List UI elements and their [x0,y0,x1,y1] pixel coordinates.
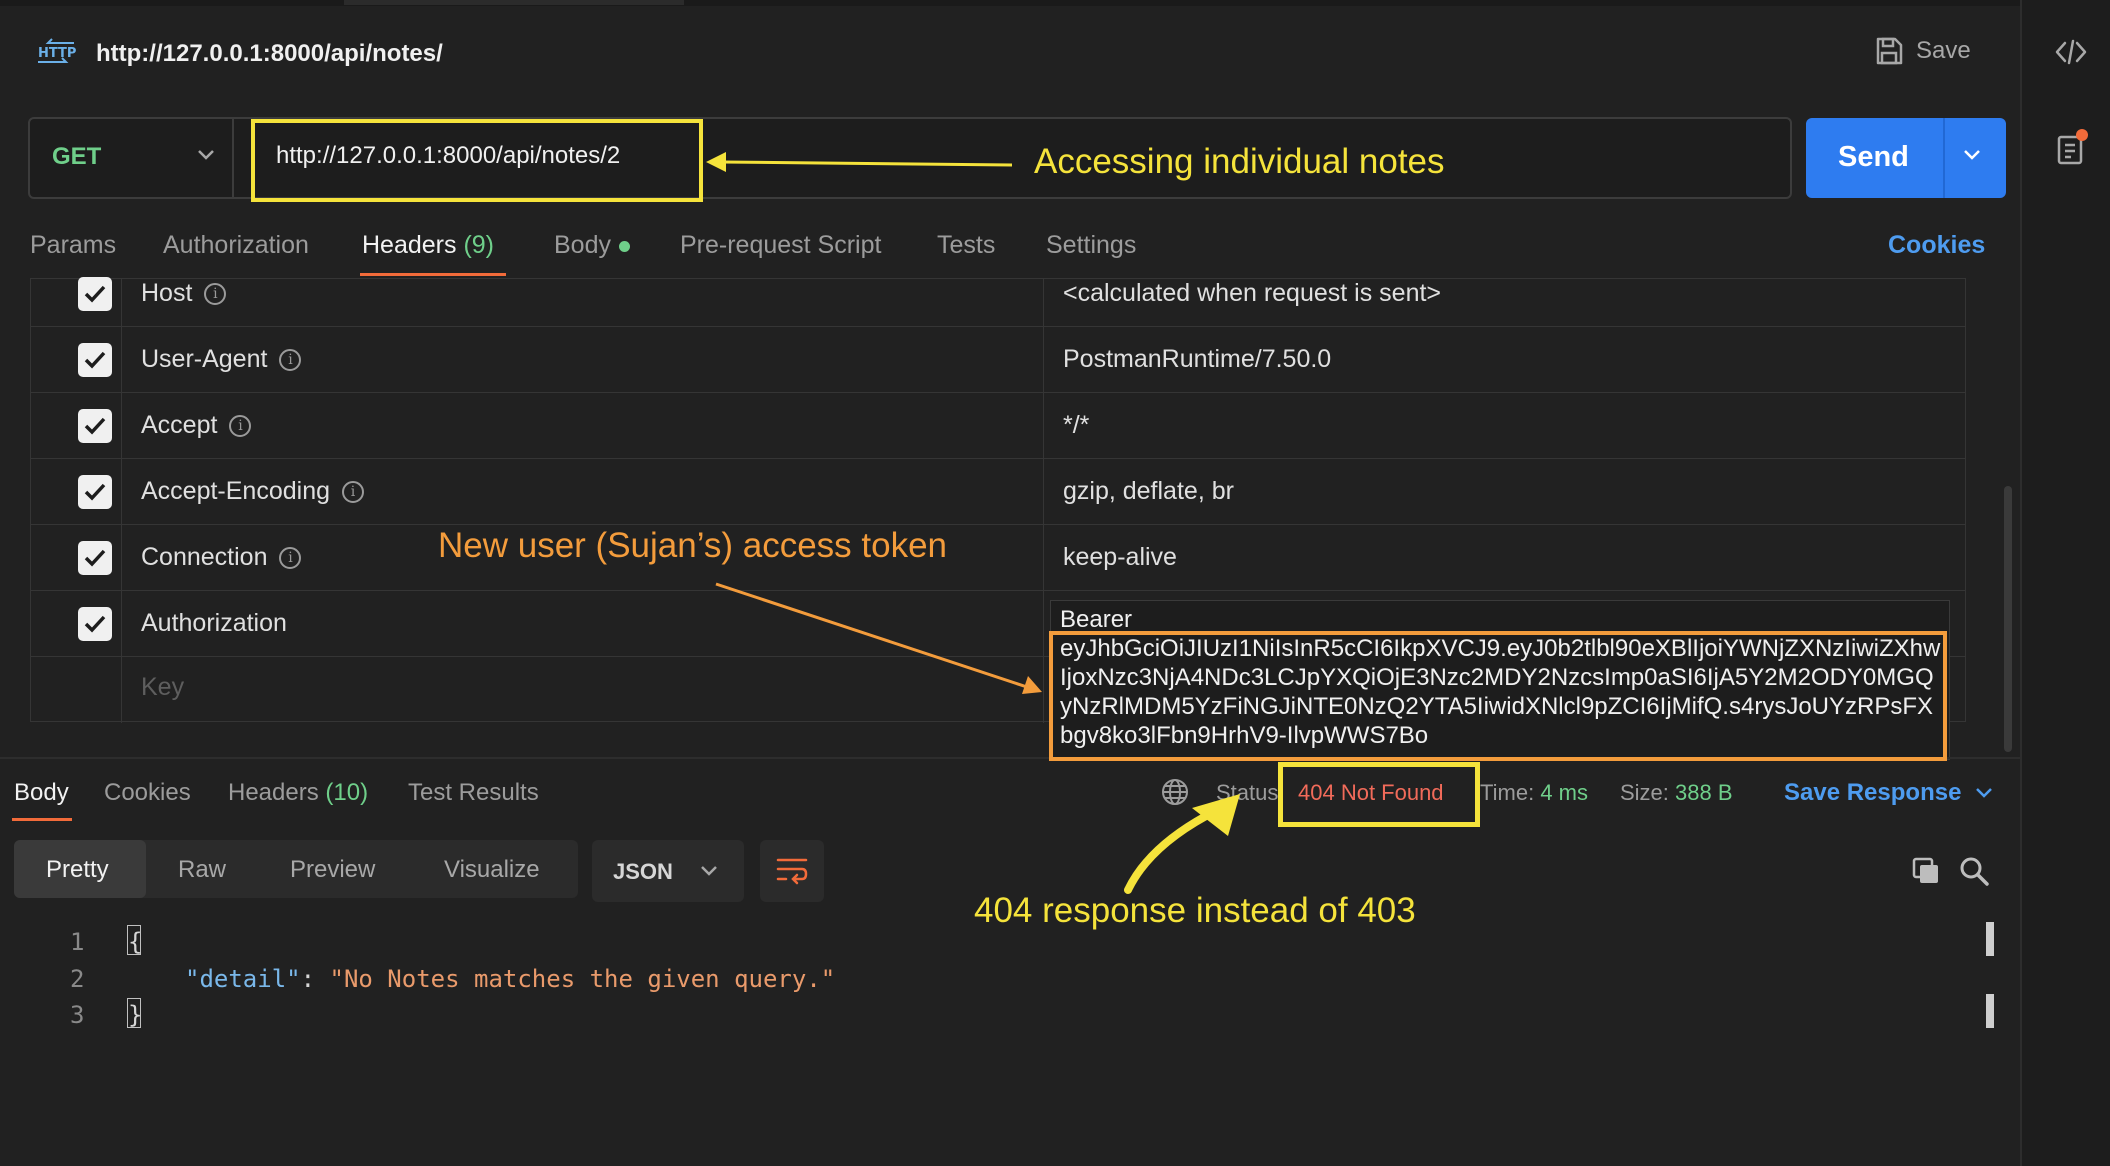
info-icon[interactable]: i [342,480,365,503]
header-value: gzip, deflate, br [1063,477,1234,505]
http-request-icon: HTTP [36,38,76,68]
response-tab-test-results[interactable]: Test Results [408,779,539,807]
json-close-brace: } [128,1001,143,1029]
method-divider [232,119,234,197]
status-label: Status: [1216,780,1285,805]
bearer-prefix: Bearer [1060,606,1133,633]
annotation-status-arrow [1124,812,1210,894]
json-line: "detail": "No Notes matches the given qu… [185,965,836,993]
response-time[interactable]: Time: 4 ms [1480,780,1588,806]
header-key: Host i [141,279,227,308]
chevron-down-icon[interactable] [700,864,718,882]
line-number: 2 [70,965,85,993]
info-icon[interactable]: i [279,546,302,569]
method-select[interactable]: GET [52,143,101,171]
chevron-down-icon [1976,788,1993,798]
save-response-button[interactable]: Save Response [1784,779,1993,807]
annotation-token-note: New user (Sujan’s) access token [438,526,948,565]
response-scroll-marker [1986,922,1994,956]
header-key: Accept-Encoding i [141,477,365,506]
code-icon[interactable] [2054,38,2088,71]
table-row: User-Agent i PostmanRuntime/7.50.0 [31,327,1965,393]
right-sidebar [2020,0,2110,1166]
headers-scrollbar[interactable] [2004,486,2012,752]
info-icon[interactable]: i [279,348,302,371]
key-placeholder[interactable]: Key [141,673,184,702]
header-checkbox[interactable] [78,277,112,311]
copy-icon[interactable] [1910,855,1942,892]
header-value: <calculated when request is sent> [1063,279,1442,307]
tab-headers[interactable]: Headers (9) [362,231,494,260]
table-row: Host i <calculated when request is sent> [31,277,1965,327]
line-number: 3 [70,1001,85,1029]
header-key: User-Agent i [141,345,302,374]
tab-tests[interactable]: Tests [937,231,995,260]
header-checkbox[interactable] [78,475,112,509]
globe-icon[interactable] [1160,777,1190,812]
line-number: 1 [70,928,85,956]
header-checkbox[interactable] [78,343,112,377]
annotation-url-note: Accessing individual notes [1034,142,1445,181]
wrap-lines-button[interactable] [760,840,824,902]
view-mode-raw[interactable]: Raw [178,856,226,884]
annotation-status-highlight [1278,762,1480,827]
response-active-tab-underline [12,818,72,821]
tab-params[interactable]: Params [30,231,116,260]
response-tab-body[interactable]: Body [14,779,69,807]
header-checkbox[interactable] [78,409,112,443]
tab-body[interactable]: Body [554,231,630,260]
response-tab-cookies[interactable]: Cookies [104,779,191,807]
documentation-icon[interactable] [2056,128,2090,171]
chevron-down-icon[interactable] [196,148,216,167]
tab-authorization[interactable]: Authorization [163,231,309,260]
request-title[interactable]: http://127.0.0.1:8000/api/notes/ [96,40,443,68]
search-icon[interactable] [1958,855,1990,892]
view-mode-visualize[interactable]: Visualize [444,856,540,884]
body-modified-dot [618,240,630,252]
save-button[interactable]: Save [1874,36,1971,66]
cookies-link[interactable]: Cookies [1888,231,1985,260]
wrap-lines-icon [776,858,808,885]
header-key: Connection i [141,543,302,572]
top-tab-strip [0,0,2020,6]
send-label[interactable]: Send [1838,141,1909,174]
send-divider [1943,118,1945,198]
table-row: Accept-Encoding i gzip, deflate, br [31,459,1965,525]
header-value: keep-alive [1063,543,1177,571]
tab-pre-request-script[interactable]: Pre-request Script [680,231,881,260]
header-checkbox[interactable] [78,607,112,641]
json-open-brace: { [128,928,143,956]
view-mode-preview[interactable]: Preview [290,856,375,884]
send-options-chevron-icon[interactable] [1962,148,1982,167]
annotation-status-note: 404 response instead of 403 [974,891,1416,930]
tab-settings[interactable]: Settings [1046,231,1136,260]
active-tab-underline [360,273,506,276]
header-value: PostmanRuntime/7.50.0 [1063,345,1332,373]
header-key: Accept i [141,411,252,440]
annotation-url-highlight [251,119,703,202]
save-icon [1876,37,1903,65]
response-tab-headers[interactable]: Headers (10) [228,779,368,807]
response-size[interactable]: Size: 388 B [1620,780,1733,806]
header-value: */* [1063,411,1090,439]
view-mode-pretty[interactable]: Pretty [46,856,109,884]
header-key: Authorization [141,609,287,637]
info-icon[interactable]: i [229,414,252,437]
header-checkbox[interactable] [78,541,112,575]
info-icon[interactable]: i [204,282,227,305]
response-scroll-marker [1986,994,1994,1028]
annotation-token-highlight [1049,631,1947,761]
format-label[interactable]: JSON [613,859,673,885]
svg-text:HTTP: HTTP [38,46,76,61]
table-row: Connection i keep-alive [31,525,1965,591]
save-label: Save [1916,37,1971,64]
table-row: Accept i */* [31,393,1965,459]
